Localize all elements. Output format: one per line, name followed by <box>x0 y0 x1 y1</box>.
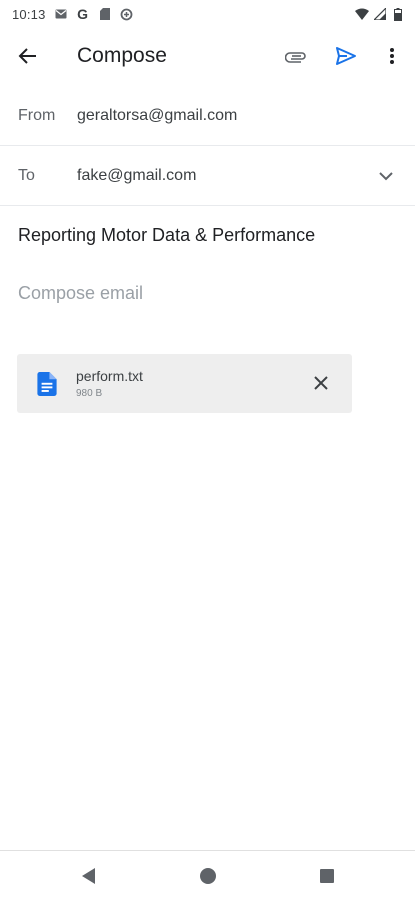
from-value[interactable]: geraltorsa@gmail.com <box>77 107 237 125</box>
to-field[interactable]: fake@gmail.com <box>77 167 196 185</box>
close-icon <box>314 376 328 390</box>
from-label: From <box>18 107 56 124</box>
remove-attachment-button[interactable] <box>308 370 334 396</box>
system-nav-bar <box>0 850 415 900</box>
attach-button[interactable] <box>282 42 310 70</box>
status-time: 10:13 <box>12 6 46 22</box>
expand-recipients-button[interactable] <box>374 164 398 188</box>
send-icon <box>336 47 356 65</box>
data-saver-icon <box>120 7 134 21</box>
from-row[interactable]: From geraltorsa@gmail.com <box>0 86 415 146</box>
status-bar: 10:13 G <box>0 0 415 28</box>
google-g-icon: G <box>77 6 88 22</box>
wifi-icon <box>355 7 369 21</box>
send-button[interactable] <box>332 42 360 70</box>
gmail-icon <box>54 7 68 21</box>
nav-home-icon <box>200 868 216 884</box>
nav-back-button[interactable] <box>78 866 98 886</box>
signal-icon <box>373 7 387 21</box>
document-icon <box>37 372 57 396</box>
sd-card-icon <box>98 7 112 21</box>
nav-back-icon <box>82 868 95 884</box>
to-row[interactable]: To fake@gmail.com <box>0 146 415 206</box>
app-bar: Compose <box>0 28 415 84</box>
back-arrow-icon <box>18 48 36 64</box>
compose-body-field[interactable]: Compose email <box>18 283 398 304</box>
more-options-button[interactable] <box>378 42 406 70</box>
chevron-down-icon <box>379 171 393 180</box>
status-right <box>355 7 405 21</box>
nav-recents-icon <box>320 869 334 883</box>
page-title: Compose <box>77 44 167 67</box>
attachment-chip[interactable]: perform.txt 980 B <box>17 354 352 413</box>
attachment-size: 980 B <box>76 388 103 399</box>
nav-home-button[interactable] <box>198 866 218 886</box>
attachment-name: perform.txt <box>76 368 143 384</box>
status-left: 10:13 G <box>12 6 134 22</box>
subject-field[interactable]: Reporting Motor Data & Performance <box>18 225 398 246</box>
more-vert-icon <box>390 48 394 64</box>
nav-recents-button[interactable] <box>317 866 337 886</box>
compose-screen: 10:13 G Compose From geraltorsa@gmail.co… <box>0 0 415 900</box>
battery-icon <box>391 7 405 21</box>
back-button[interactable] <box>14 42 42 70</box>
paperclip-icon <box>285 52 306 63</box>
to-label: To <box>18 167 35 184</box>
